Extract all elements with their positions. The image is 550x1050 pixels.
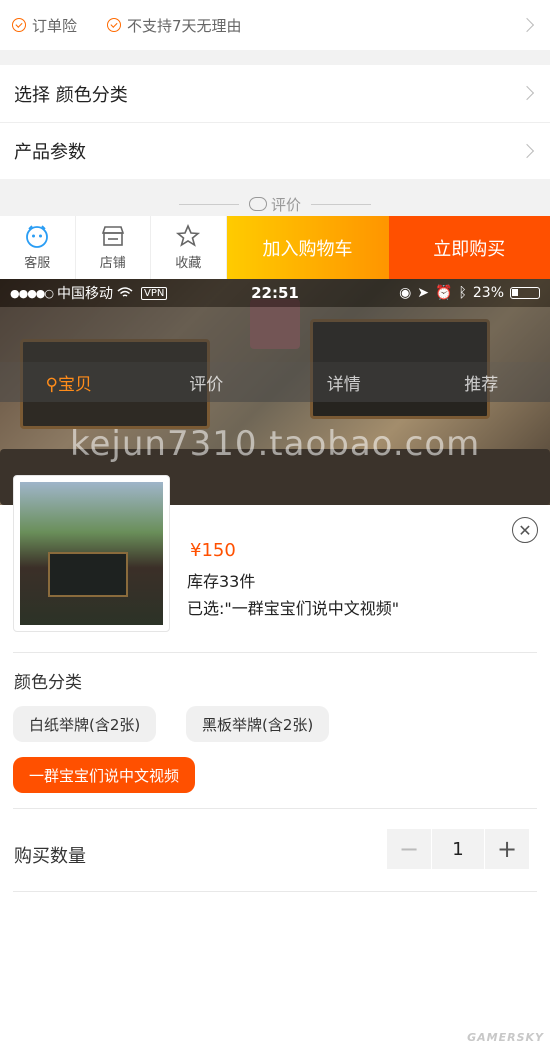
product-params-label: 产品参数 [14,142,86,163]
vpn-badge: VPN [141,286,168,300]
customer-service-button[interactable]: 客服 [0,216,76,279]
chevron-right-icon [519,17,535,33]
favorite-button[interactable]: 收藏 [151,216,227,279]
wifi-icon [117,287,133,297]
status-time: 22:51 [251,284,299,302]
shop-button[interactable]: 店铺 [76,216,151,279]
detail-tabs: ⚲宝贝 评价 详情 推荐 [0,362,550,402]
increment-button[interactable]: + [485,829,529,869]
photo-shade [0,307,550,362]
review-divider: 评价 [0,192,550,216]
shop-watermark: kejun7310.taobao.com [70,424,481,464]
chevron-right-icon [519,143,535,159]
tab-item-label: 宝贝 [57,374,92,395]
alarm-icon: ⏰ [435,285,453,301]
service-face-icon [26,225,49,248]
chat-bubble-icon [248,197,267,211]
divider [13,652,537,653]
selected-variant: 已选:"一群宝宝们说中文视频" [187,599,400,618]
options-card: 选择 颜色分类 产品参数 [0,65,550,179]
product-params-row[interactable]: 产品参数 [0,122,550,179]
quantity-label: 购买数量 [14,846,86,867]
stock-count: 库存33件 [187,572,256,591]
product-thumbnail [13,475,170,632]
close-button[interactable]: ✕ [512,517,538,543]
select-variant-row[interactable]: 选择 颜色分类 [0,65,550,122]
favorite-label: 收藏 [175,256,202,271]
customer-service-label: 客服 [24,256,51,271]
lock-rotation-icon: ◉ [399,285,412,301]
guarantee-item: 不支持7天无理由 [107,15,242,36]
divider-line [178,203,239,205]
review-divider-label: 评价 [270,195,301,214]
quantity-value[interactable]: 1 [432,829,484,869]
check-circle-icon [12,18,26,32]
signal-dots-icon: ●●●●○ [10,286,54,300]
quantity-stepper: − 1 + [387,829,529,869]
location-pin-icon: ⚲ [45,374,58,395]
option-blackboard[interactable]: 黑板举牌(含2张) [186,706,330,742]
status-bar: ●●●●○ 中国移动 VPN 22:51 ◉ ➤ ⏰ ᛒ 23% [0,279,550,307]
tab-recommend[interactable]: 推荐 [413,370,550,395]
thumbnail-image [20,482,163,625]
guarantee-label: 不支持7天无理由 [127,16,242,35]
decrement-button[interactable]: − [387,829,431,869]
shop-label: 店铺 [99,256,126,271]
product-photo: ●●●●○ 中国移动 VPN 22:51 ◉ ➤ ⏰ ᛒ 23% ⚲宝贝 评价 … [0,279,550,505]
guarantee-item: 订单险 [12,15,77,36]
status-right: ◉ ➤ ⏰ ᛒ 23% [399,285,540,301]
buy-now-button[interactable]: 立即购买 [388,216,550,279]
tab-item[interactable]: ⚲宝贝 [0,370,138,395]
chevron-right-icon [519,85,535,101]
divider-line [311,203,371,205]
close-icon: ✕ [518,520,532,540]
thumbnail-board-shape [48,552,128,597]
star-icon [176,224,201,247]
add-to-cart-button[interactable]: 加入购物车 [226,216,389,279]
site-credit: GAMERSKY [467,1031,544,1044]
battery-icon [510,287,540,299]
color-category-label: 颜色分类 [14,673,82,693]
guarantee-label: 订单险 [32,16,78,35]
divider [13,891,537,892]
check-circle-icon [107,18,122,32]
location-arrow-icon: ➤ [417,285,430,301]
shop-icon [101,226,124,246]
carrier-name: 中国移动 [57,286,113,302]
guarantee-bar[interactable]: 订单险 不支持7天无理由 [0,0,550,50]
divider [13,808,537,809]
action-bar: 客服 店铺 收藏 加入购物车 立即购买 [0,216,550,279]
tab-details[interactable]: 详情 [275,370,413,395]
select-variant-label: 选择 颜色分类 [14,84,128,106]
price: ¥150 [190,540,236,561]
option-white-paper[interactable]: 白纸举牌(含2张) [13,706,157,742]
status-left: ●●●●○ 中国移动 VPN [10,283,168,303]
bluetooth-icon: ᛒ [458,285,467,301]
option-chinese-video[interactable]: 一群宝宝们说中文视频 [13,757,196,793]
tab-reviews[interactable]: 评价 [138,370,276,395]
battery-percent: 23% [472,285,504,301]
